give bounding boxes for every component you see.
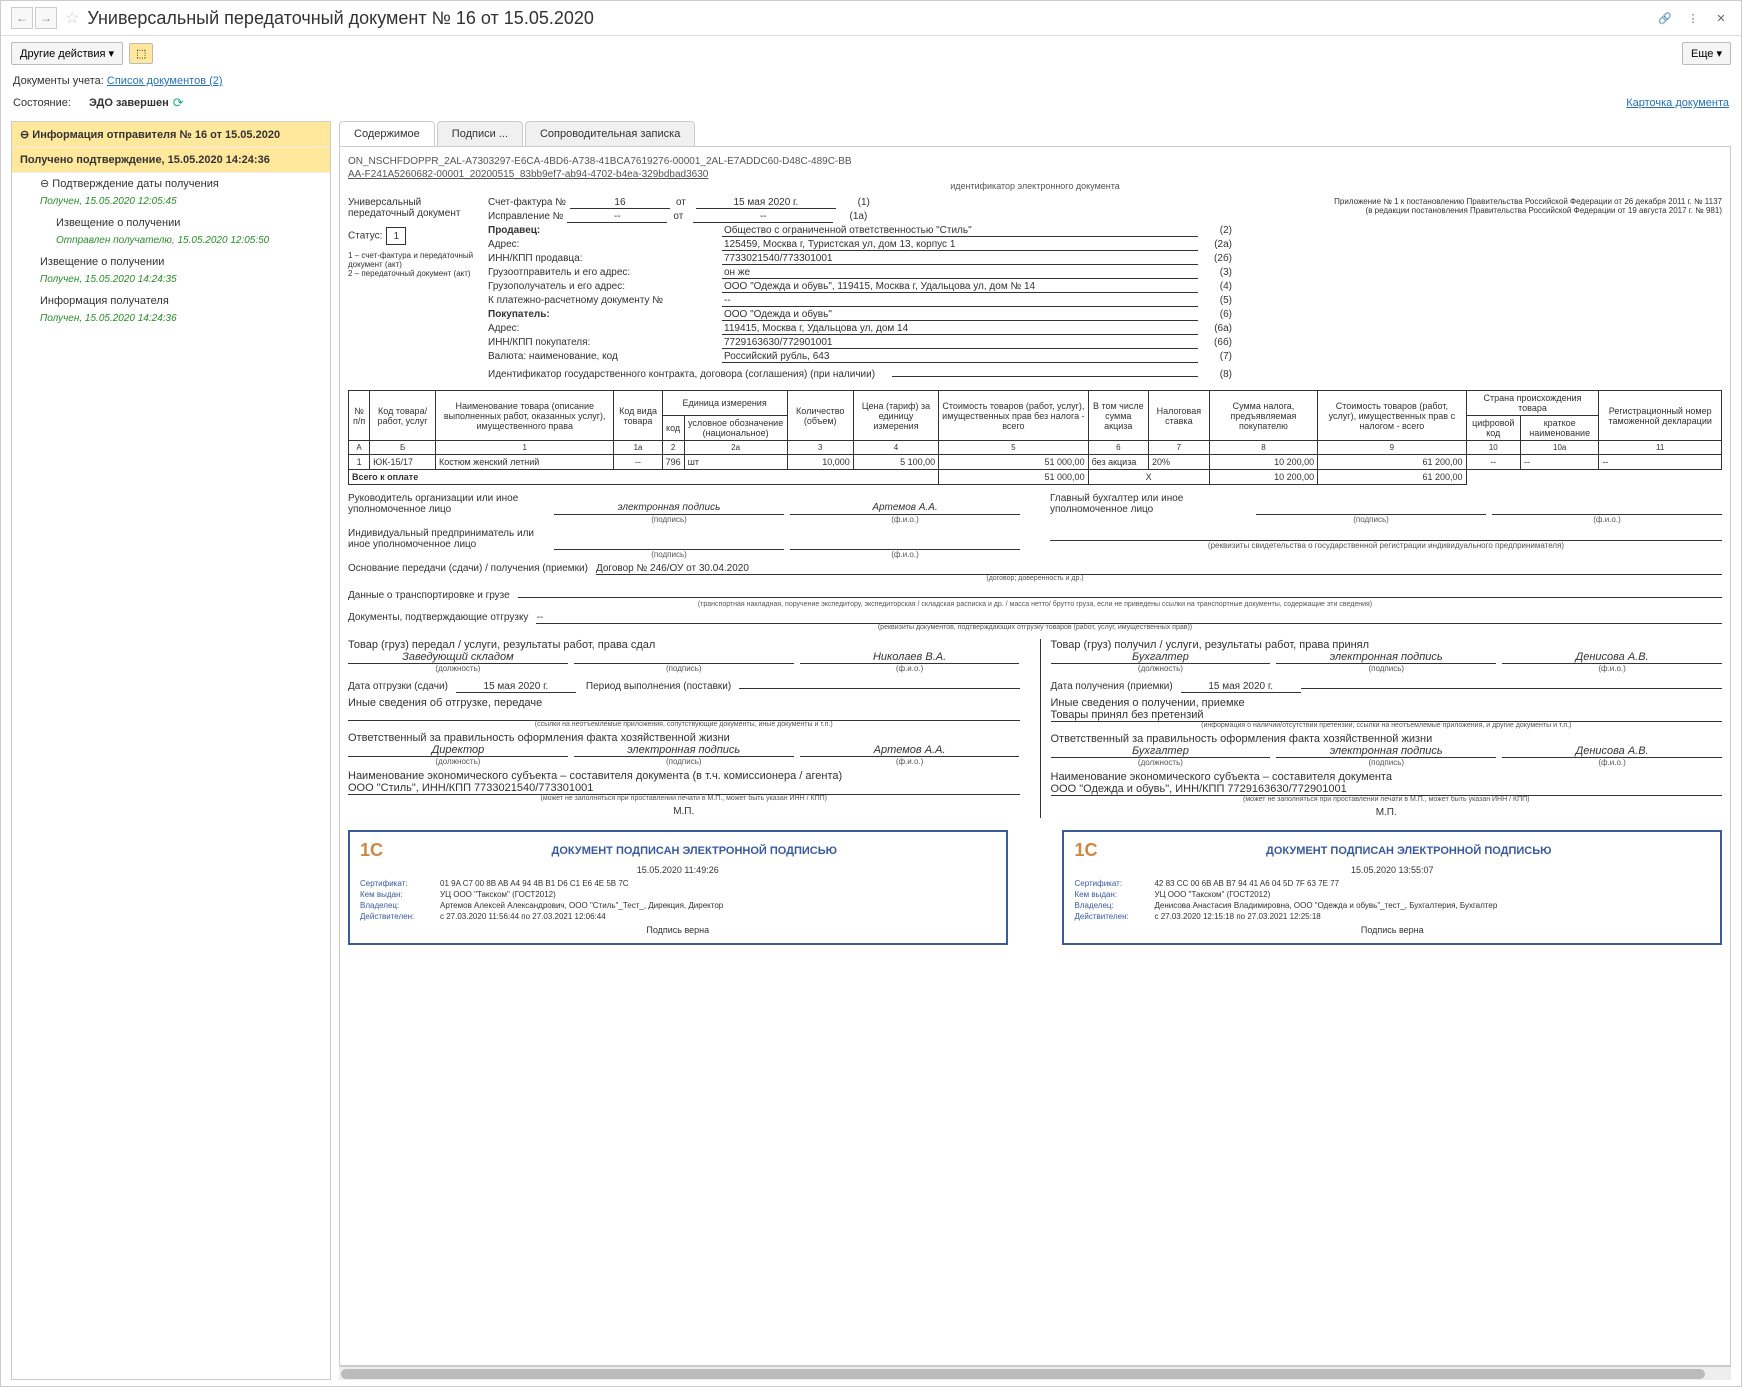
sidebar-item[interactable]: Извещение о получении [12,252,330,272]
close-icon[interactable]: ✕ [1711,8,1731,28]
sidebar-status: Получен, 15.05.2020 12:05:45 [12,194,330,213]
signature-stamps: 1CДОКУМЕНТ ПОДПИСАН ЭЛЕКТРОННОЙ ПОДПИСЬЮ… [348,830,1722,945]
doc-id: ON_NSCHFDOPPR_2AL-A7303297-E6CA-4BD6-A73… [348,155,1722,181]
main-area: Содержимое Подписи ... Сопроводительная … [339,121,1731,1380]
toolbar: Другие действия ▾ ⬚ Еще ▾ [1,36,1741,71]
items-table: № п/п Код товара/ работ, услуг Наименова… [348,390,1722,485]
tabs: Содержимое Подписи ... Сопроводительная … [339,121,1731,147]
tab-signatures[interactable]: Подписи ... [437,121,523,146]
upd-status-block: Универсальный передаточный документ Стат… [348,197,478,382]
titlebar: ← → ☆ Универсальный передаточный докумен… [1,1,1741,36]
sidebar-status: Отправлен получателю, 15.05.2020 12:05:5… [12,233,330,252]
state-row: Состояние: ЭДО завершен ⟳ Карточка докум… [1,91,1741,115]
sidebar-header[interactable]: ⊖ Информация отправителя № 16 от 15.05.2… [12,122,330,148]
document-content: ON_NSCHFDOPPR_2AL-A7303297-E6CA-4BD6-A73… [339,147,1731,1366]
document-card-link[interactable]: Карточка документа [1626,97,1729,109]
more-button[interactable]: Еще ▾ [1682,42,1731,65]
table-total-row: Всего к оплате 51 000,00 Х 10 200,00 61 … [349,470,1722,485]
favorite-icon[interactable]: ☆ [65,8,79,28]
signature-stamp: 1CДОКУМЕНТ ПОДПИСАН ЭЛЕКТРОННОЙ ПОДПИСЬЮ… [1062,830,1722,945]
receiver-block: Товар (груз) получил / услуги, результат… [1040,639,1723,818]
horizontal-scrollbar[interactable] [339,1366,1731,1380]
menu-icon[interactable]: ⋮ [1683,8,1703,28]
doc-id-label: идентификатор электронного документа [348,181,1722,191]
tab-content[interactable]: Содержимое [339,121,435,146]
forward-button[interactable]: → [35,7,57,29]
sidebar-confirmation: Получено подтверждение, 15.05.2020 14:24… [12,148,330,173]
appendix-note: Приложение № 1 к постановлению Правитель… [1242,197,1722,382]
tab-memo[interactable]: Сопроводительная записка [525,121,695,146]
link-icon[interactable]: 🔗 [1655,8,1675,28]
refresh-icon[interactable]: ⟳ [173,95,184,111]
table-row: 1ЮК-15/17Костюм женский летний--796шт10,… [349,455,1722,470]
sidebar-item[interactable]: Извещение о получении [12,213,330,233]
window-title: Универсальный передаточный документ № 16… [87,8,594,29]
sidebar-item[interactable]: Информация получателя [12,291,330,311]
app-window: ← → ☆ Универсальный передаточный докумен… [0,0,1742,1387]
documents-link[interactable]: Список документов (2) [107,75,223,87]
tree-icon-button[interactable]: ⬚ [129,43,153,64]
back-button[interactable]: ← [11,7,33,29]
sidebar-status: Получен, 15.05.2020 14:24:35 [12,272,330,291]
1c-logo-icon: 1C [360,840,383,861]
sidebar: ⊖ Информация отправителя № 16 от 15.05.2… [11,121,331,1380]
sender-block: Товар (груз) передал / услуги, результат… [348,639,1020,818]
nav-buttons: ← → [11,7,57,29]
signature-stamp: 1CДОКУМЕНТ ПОДПИСАН ЭЛЕКТРОННОЙ ПОДПИСЬЮ… [348,830,1008,945]
sidebar-status: Получен, 15.05.2020 14:24:36 [12,311,330,330]
state-label: Состояние: [13,97,71,109]
documents-line: Документы учета: Список документов (2) [1,71,1741,91]
1c-logo-icon: 1C [1074,840,1097,861]
sidebar-item[interactable]: ⊖ Подтверждение даты получения [12,173,330,194]
state-value: ЭДО завершен [89,97,169,109]
other-actions-button[interactable]: Другие действия ▾ [11,42,123,65]
